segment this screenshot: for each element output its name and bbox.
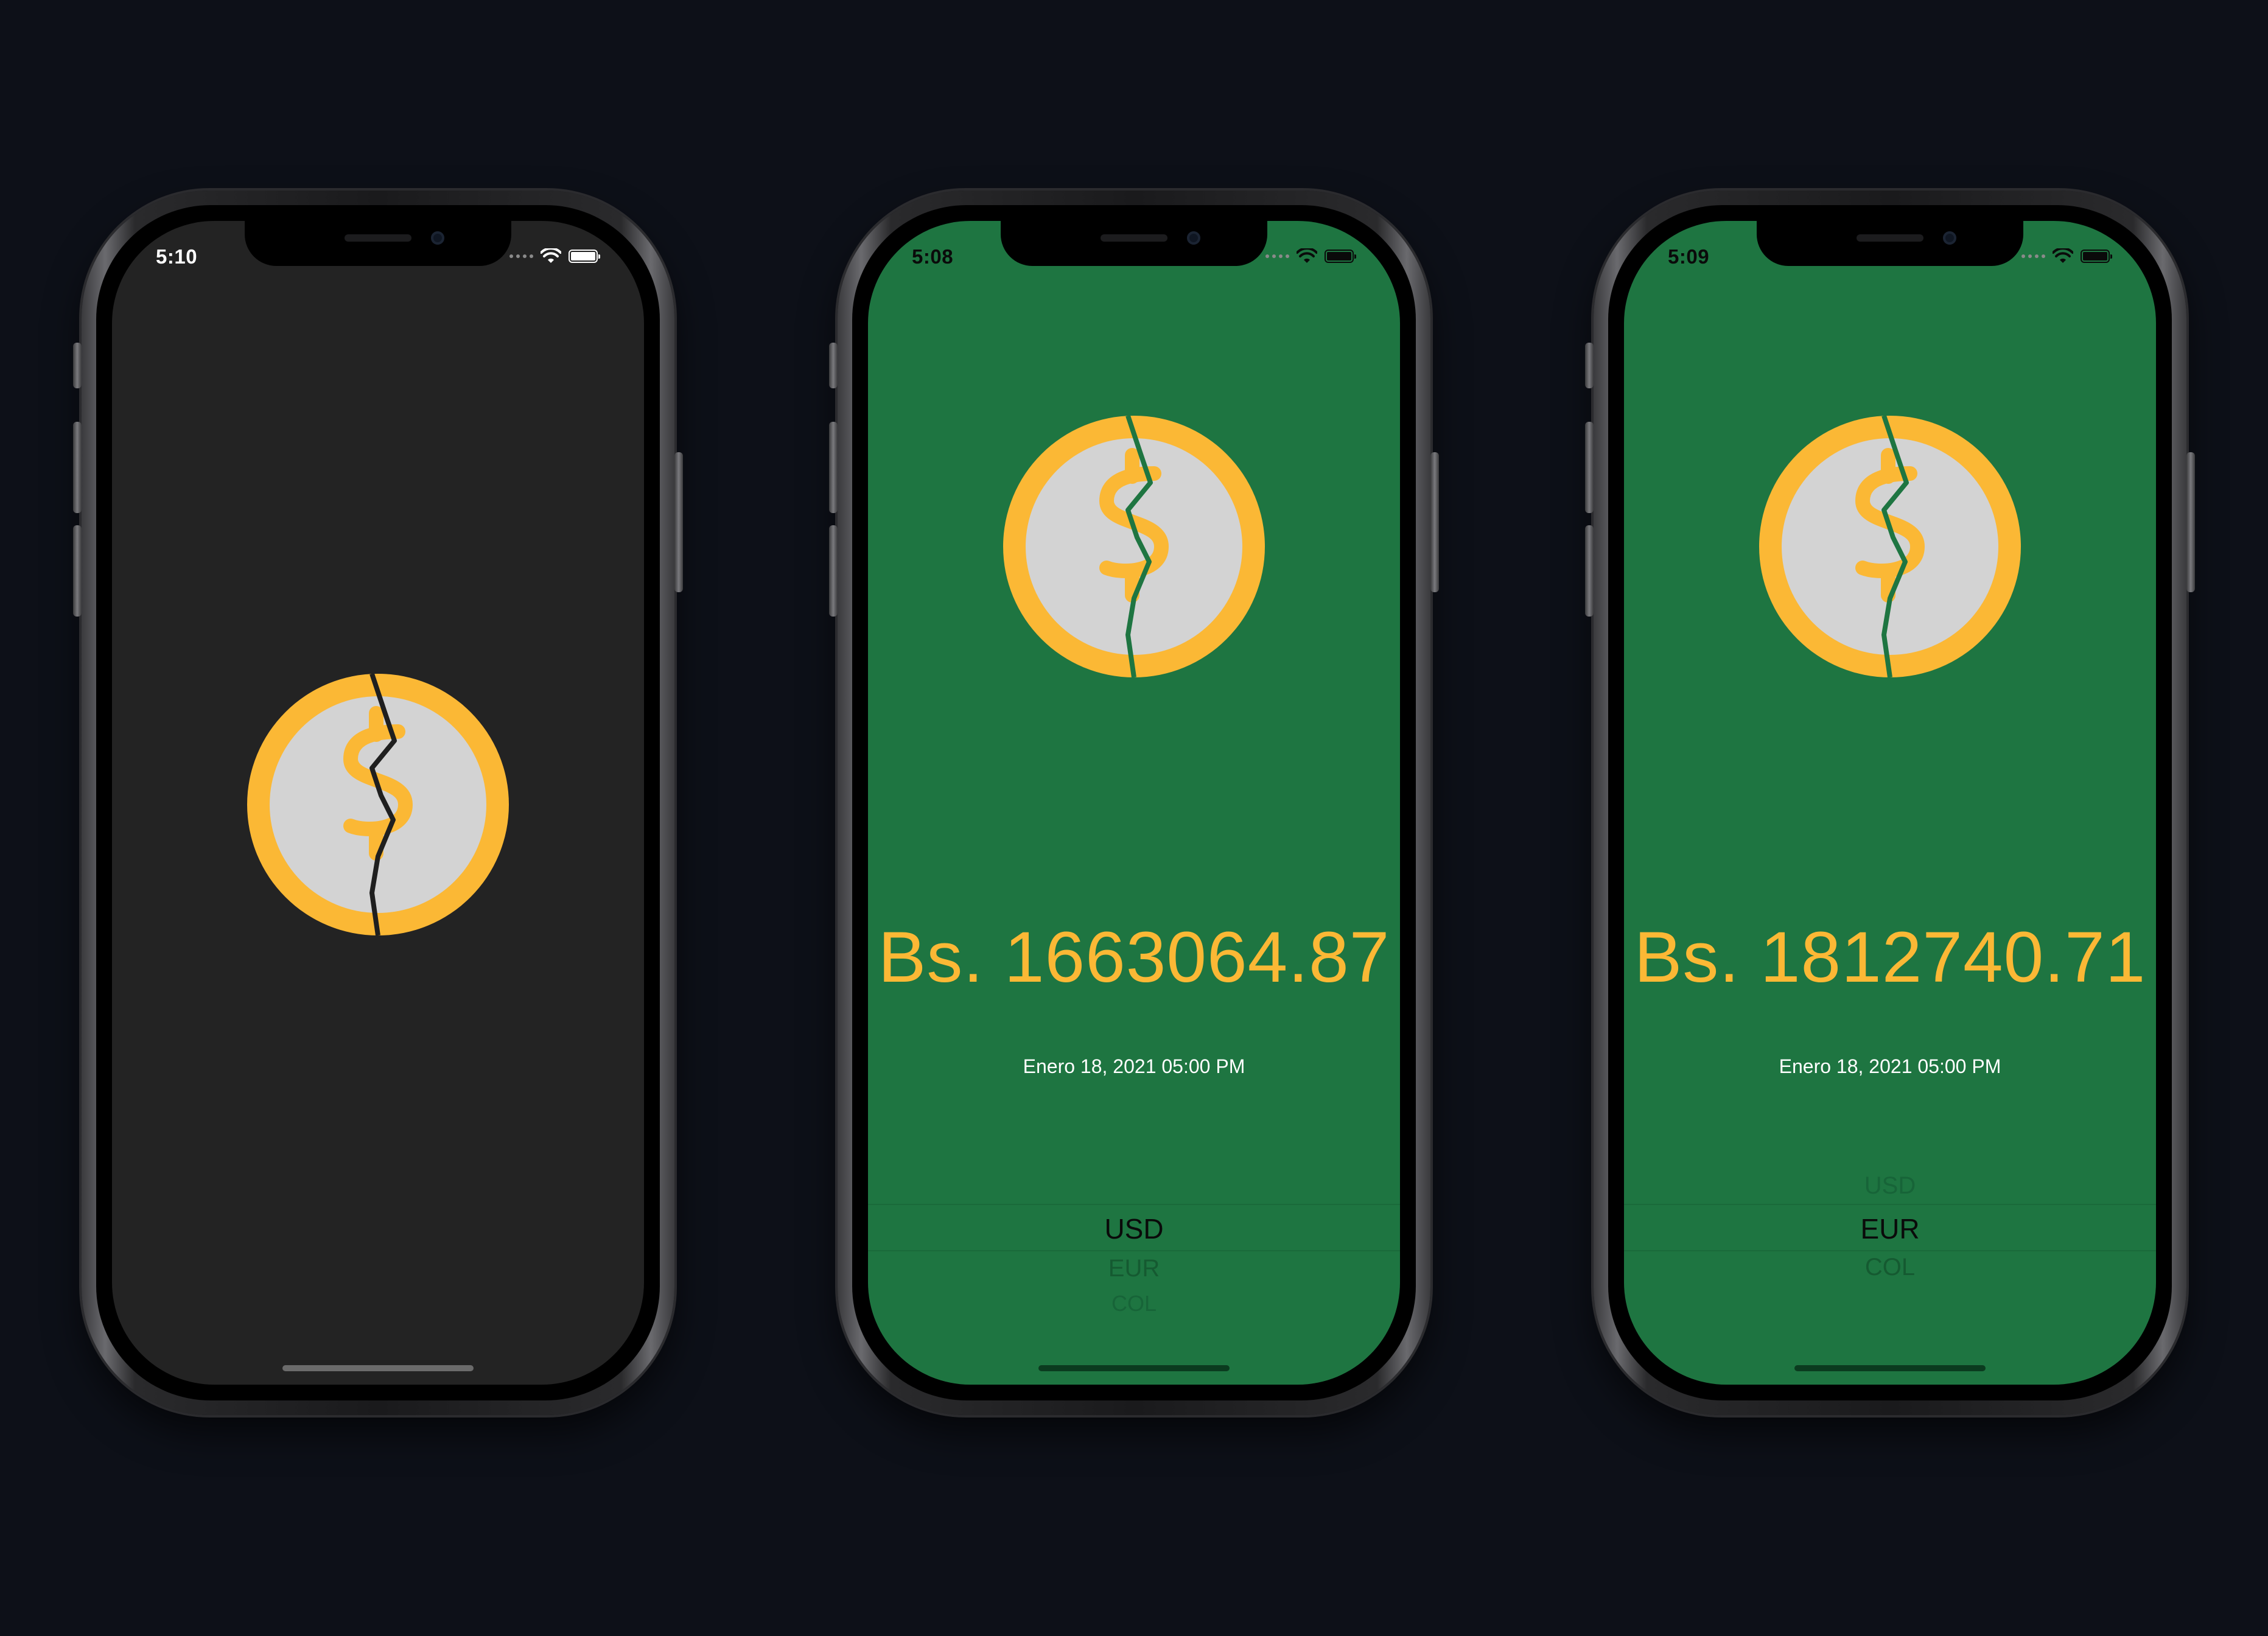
- rate-screen-eur: 5:09 Bs. 1812740.71 Enero 18, 2021 05:00…: [1624, 221, 2156, 1385]
- home-indicator[interactable]: [282, 1365, 474, 1371]
- picker-option-col[interactable]: COL: [868, 1291, 1400, 1316]
- exchange-amount: Bs. 1663064.87: [878, 917, 1390, 998]
- home-indicator[interactable]: [1794, 1365, 1986, 1371]
- battery-icon: [569, 250, 600, 263]
- rate-date: Enero 18, 2021 05:00 PM: [1023, 1055, 1245, 1077]
- status-icons: [2021, 245, 2112, 267]
- volume-up-button: [1585, 422, 1594, 513]
- side-button: [2186, 452, 2195, 592]
- status-icons: [509, 245, 600, 267]
- home-indicator[interactable]: [1038, 1365, 1230, 1371]
- front-camera: [1187, 231, 1200, 245]
- notch: [1001, 221, 1267, 266]
- exchange-amount: Bs. 1812740.71: [1634, 917, 2146, 998]
- rate-date: Enero 18, 2021 05:00 PM: [1779, 1055, 2001, 1077]
- wifi-icon: [541, 248, 561, 263]
- speaker: [345, 234, 411, 242]
- speaker: [1857, 234, 1923, 242]
- notch: [1757, 221, 2023, 266]
- side-button: [674, 452, 683, 592]
- silent-switch: [829, 343, 838, 388]
- speaker: [1101, 234, 1167, 242]
- signal-dots-icon: [509, 254, 533, 258]
- battery-icon: [2081, 250, 2112, 263]
- status-time: 5:10: [156, 245, 198, 268]
- picker-option-eur[interactable]: EUR: [868, 1255, 1400, 1282]
- phone-1: 5:10: [73, 191, 683, 1415]
- volume-down-button: [829, 525, 838, 617]
- picker-option-col[interactable]: COL: [1624, 1254, 2156, 1281]
- phone-3: 5:09 Bs. 1812740.71 Enero 18, 2021 05:00…: [1585, 191, 2195, 1415]
- rate-screen-usd: 5:08 Bs. 1663064.87 Enero 18, 2021 05:00…: [868, 221, 1400, 1385]
- status-time: 5:08: [912, 245, 954, 268]
- currency-picker[interactable]: USD EUR COL: [1624, 1161, 2156, 1301]
- volume-down-button: [1585, 525, 1594, 617]
- volume-down-button: [73, 525, 82, 617]
- wifi-icon: [1297, 248, 1317, 263]
- front-camera: [1943, 231, 1956, 245]
- phone-2: 5:08 Bs. 1663064.87 Enero 18, 2021 05:00…: [829, 191, 1439, 1415]
- wifi-icon: [2053, 248, 2073, 263]
- dollar-coin-icon: [1759, 416, 2021, 677]
- status-icons: [1265, 245, 1356, 267]
- picker-selection-top-line: [868, 1204, 1400, 1205]
- picker-option-eur[interactable]: EUR: [1624, 1212, 2156, 1245]
- volume-up-button: [829, 422, 838, 513]
- splash-screen: 5:10: [112, 221, 644, 1385]
- currency-picker[interactable]: USD EUR COL: [868, 1204, 1400, 1344]
- notch: [245, 221, 511, 266]
- picker-option-usd[interactable]: USD: [868, 1212, 1400, 1245]
- silent-switch: [1585, 343, 1594, 388]
- picker-selection-bottom-line: [868, 1250, 1400, 1251]
- signal-dots-icon: [2021, 254, 2045, 258]
- picker-selection-top-line: [1624, 1204, 2156, 1205]
- dollar-coin-icon: [1003, 416, 1265, 677]
- front-camera: [431, 231, 444, 245]
- status-time: 5:09: [1668, 245, 1710, 268]
- signal-dots-icon: [1265, 254, 1289, 258]
- picker-option-usd[interactable]: USD: [1624, 1172, 2156, 1200]
- volume-up-button: [73, 422, 82, 513]
- dollar-coin-icon: [247, 674, 509, 935]
- silent-switch: [73, 343, 82, 388]
- picker-selection-bottom-line: [1624, 1250, 2156, 1251]
- battery-icon: [1325, 250, 1356, 263]
- side-button: [1430, 452, 1439, 592]
